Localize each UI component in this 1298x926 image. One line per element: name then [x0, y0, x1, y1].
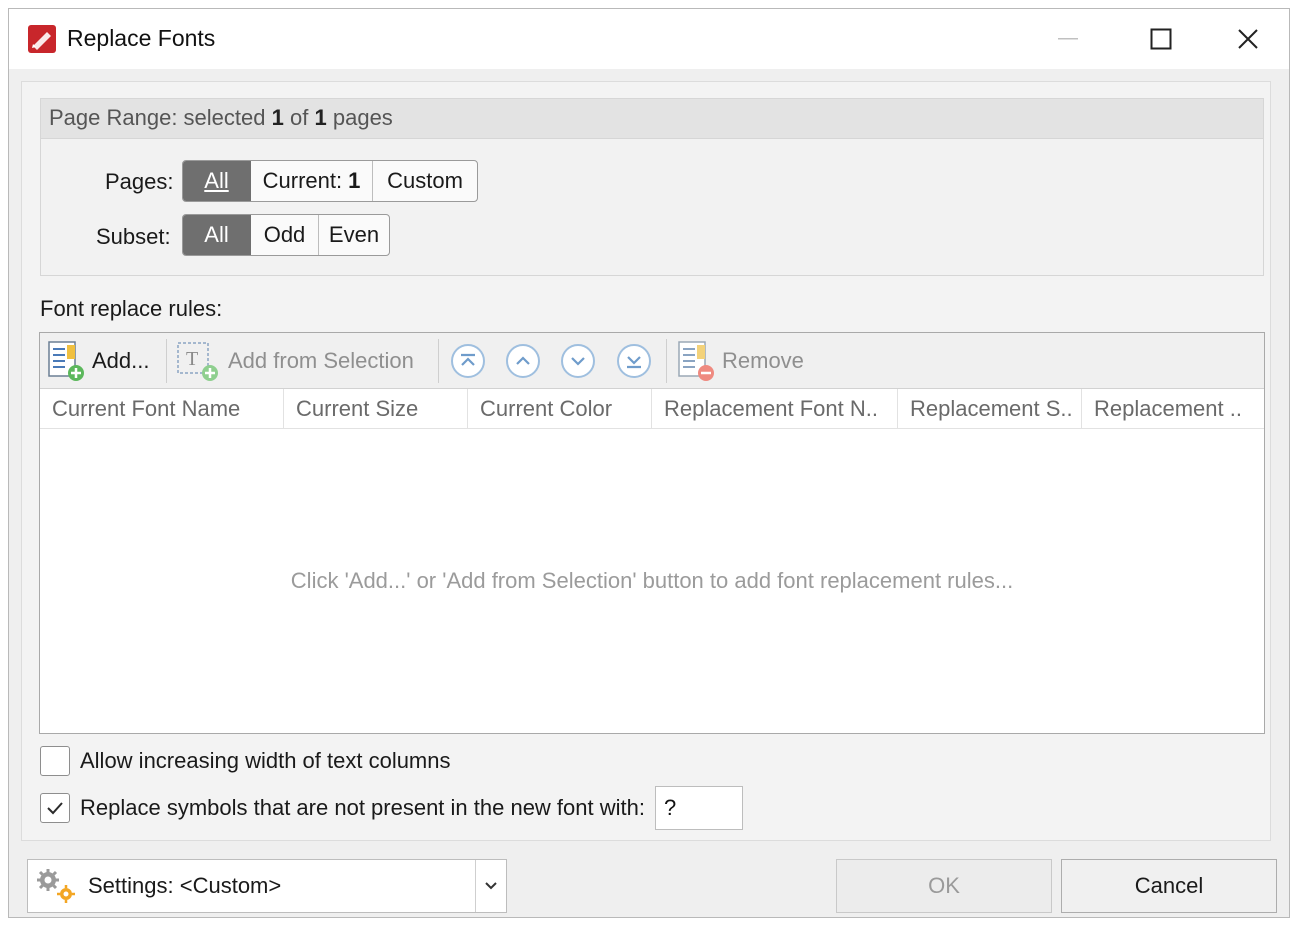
remove-rule-button[interactable]: Remove: [676, 337, 804, 385]
minimize-icon: [1058, 38, 1078, 40]
remove-rule-label: Remove: [722, 348, 804, 373]
pages-current-value: 1: [348, 168, 361, 193]
page-range-prefix: Page Range: selected: [49, 105, 266, 130]
page-range-suffix: pages: [332, 105, 393, 130]
title-bar: Replace Fonts: [9, 9, 1289, 69]
settings-label: Settings: <Custom>: [88, 873, 281, 899]
settings-prefix: Settings:: [88, 873, 174, 898]
pages-option-current[interactable]: Current: 1: [251, 161, 373, 201]
add-from-selection-button[interactable]: T Add from Selection: [174, 337, 414, 385]
checkmark-icon: [47, 802, 63, 815]
move-down-icon[interactable]: [560, 343, 596, 379]
settings-dropdown-arrow[interactable]: [475, 860, 506, 912]
page-range-of: of: [290, 105, 309, 130]
subset-odd-label: Odd: [263, 222, 306, 247]
column-header[interactable]: Current Size: [284, 389, 468, 429]
pages-all-label: All: [204, 168, 229, 193]
allow-width-option: Allow increasing width of text columns: [40, 746, 451, 776]
subset-even-label: Even: [328, 222, 380, 247]
subset-option-odd[interactable]: Odd: [251, 215, 319, 255]
ok-button[interactable]: OK: [836, 859, 1052, 913]
add-rule-button[interactable]: Add...: [46, 337, 149, 385]
empty-list-message: Click 'Add...' or 'Add from Selection' b…: [290, 568, 1014, 593]
page-range-group: Page Range: selected 1 of 1 pages Pages:…: [40, 98, 1264, 276]
maximize-icon: [1150, 28, 1172, 50]
settings-value: <Custom>: [179, 873, 282, 898]
replace-fonts-dialog: Replace Fonts Page Range: selected 1 of …: [8, 8, 1290, 918]
subset-option-all[interactable]: All: [183, 215, 251, 255]
add-from-selection-icon: T: [177, 342, 218, 381]
close-icon: [1238, 29, 1258, 49]
svg-text:T: T: [186, 348, 198, 370]
selected-count: 1: [271, 105, 284, 130]
dialog-content: Page Range: selected 1 of 1 pages Pages:…: [21, 81, 1271, 841]
maximize-button[interactable]: [1117, 9, 1205, 69]
pages-current-label: Current:: [262, 168, 343, 193]
subset-option-even[interactable]: Even: [319, 215, 389, 255]
add-rule-label: Add...: [92, 348, 150, 373]
cancel-label: Cancel: [1134, 873, 1204, 898]
replace-symbols-label: Replace symbols that are not present in …: [80, 795, 645, 820]
pages-option-all[interactable]: All: [183, 161, 251, 201]
toolbar-separator: [666, 339, 667, 383]
remove-rule-icon: [678, 341, 714, 381]
column-header[interactable]: Replacement Font N..: [652, 389, 898, 429]
column-header[interactable]: Current Font Name: [40, 389, 284, 429]
pages-segmented-control: All Current: 1 Custom: [182, 160, 478, 202]
toolbar-separator: [166, 339, 167, 383]
subset-segmented-control: All Odd Even: [182, 214, 390, 256]
move-up-icon[interactable]: [505, 343, 541, 379]
font-rules-list: Add... T Add from Selection Remove Curre…: [39, 332, 1265, 734]
allow-width-label: Allow increasing width of text columns: [80, 748, 451, 773]
chevron-down-icon: [485, 882, 497, 890]
ok-label: OK: [928, 873, 960, 898]
settings-dropdown[interactable]: Settings: <Custom>: [27, 859, 507, 913]
subset-all-label: All: [204, 222, 229, 247]
pages-option-custom[interactable]: Custom: [373, 161, 477, 201]
move-to-top-icon[interactable]: [450, 343, 486, 379]
replace-symbols-option: Replace symbols that are not present in …: [40, 786, 743, 830]
close-button[interactable]: [1204, 9, 1292, 69]
replace-symbols-checkbox[interactable]: [40, 793, 70, 823]
replacement-symbol-input[interactable]: [654, 786, 743, 830]
column-header[interactable]: Replacement ..: [1082, 389, 1264, 429]
rules-table-header: Current Font Name Current Size Current C…: [40, 389, 1264, 429]
add-rule-icon: [48, 341, 84, 381]
pages-label: Pages:: [105, 169, 174, 194]
column-header[interactable]: Replacement S..: [898, 389, 1082, 429]
pages-custom-label: Custom: [387, 168, 463, 193]
minimize-button[interactable]: [1024, 9, 1112, 69]
add-from-selection-label: Add from Selection: [228, 348, 414, 373]
font-replace-rules-label: Font replace rules:: [40, 296, 223, 321]
page-range-header: Page Range: selected 1 of 1 pages: [41, 99, 1263, 139]
subset-label: Subset:: [96, 224, 171, 249]
cancel-button[interactable]: Cancel: [1061, 859, 1277, 913]
toolbar-separator: [438, 339, 439, 383]
rules-toolbar: Add... T Add from Selection Remove: [40, 333, 1264, 389]
column-header[interactable]: Current Color: [468, 389, 652, 429]
move-to-bottom-icon[interactable]: [616, 343, 652, 379]
app-icon: [28, 25, 56, 53]
total-count: 1: [314, 105, 327, 130]
window-title: Replace Fonts: [67, 25, 216, 51]
settings-gear-icon: [37, 869, 75, 903]
allow-width-checkbox[interactable]: [40, 746, 70, 776]
